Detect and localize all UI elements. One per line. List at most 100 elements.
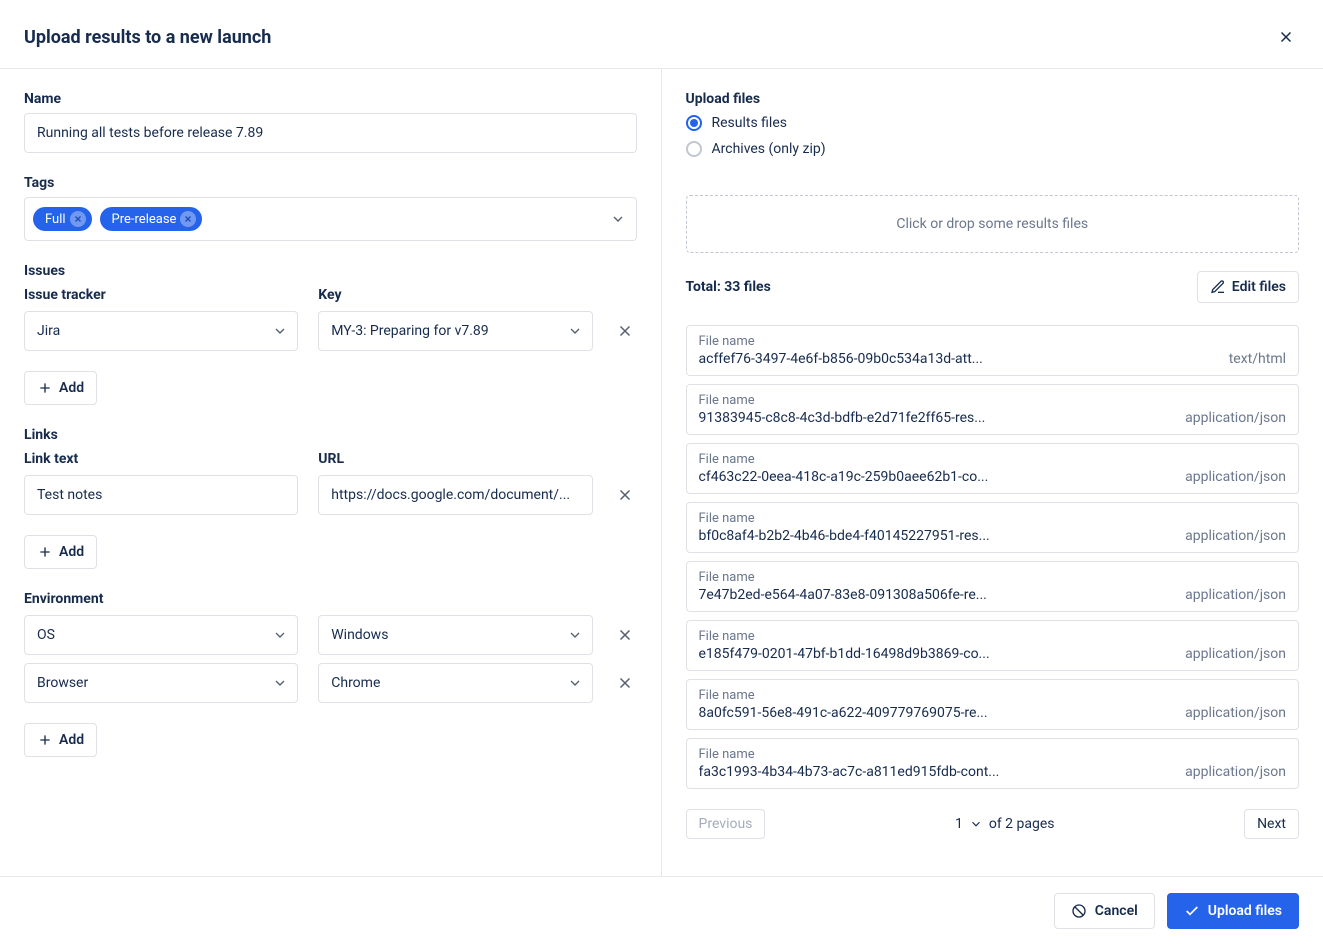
modal-title: Upload results to a new launch [24,27,271,48]
upload-title: Upload files [686,91,1300,107]
file-name-value: 91383945-c8c8-4c3d-bdfb-e2d71fe2ff65-res… [699,410,986,426]
file-name-value: 7e47b2ed-e564-4a07-83e8-091308a506fe-re.… [699,587,987,603]
close-icon [1277,28,1295,46]
add-issue-button[interactable]: Add [24,371,97,405]
pager-current-page[interactable]: 1 [955,816,963,832]
radio-unchecked-icon [686,141,702,157]
pager-next-button[interactable]: Next [1244,809,1299,839]
file-row[interactable]: File name cf463c22-0eea-418c-a19c-259b0ae… [686,443,1300,494]
file-type: application/json [1185,587,1286,603]
issue-key-select[interactable]: MY-3: Preparing for v7.89 [318,311,592,351]
file-row[interactable]: File name bf0c8af4-b2b2-4b46-bde4-f401452… [686,502,1300,553]
add-env-button[interactable]: Add [24,723,97,757]
file-type: application/json [1185,469,1286,485]
file-name-label: File name [699,688,988,703]
close-icon [616,674,634,692]
file-name-label: File name [699,393,986,408]
chevron-down-icon [610,211,626,227]
close-icon [616,486,634,504]
issues-title: Issues [24,263,637,279]
name-label: Name [24,91,637,107]
upload-files-button[interactable]: Upload files [1167,893,1299,929]
add-link-label: Add [59,544,84,560]
radio-archives[interactable]: Archives (only zip) [686,141,1300,157]
file-name-label: File name [699,334,983,349]
pencil-icon [1210,279,1226,295]
upload-files-label: Upload files [1208,903,1282,919]
issue-remove-button[interactable] [613,311,637,351]
file-row[interactable]: File name 8a0fc591-56e8-491c-a622-4097797… [686,679,1300,730]
file-type: application/json [1185,528,1286,544]
chevron-down-icon [969,817,983,831]
total-files-label: Total: 33 files [686,279,771,295]
issue-key-label: Key [318,287,592,303]
file-type: application/json [1185,410,1286,426]
add-env-label: Add [59,732,84,748]
link-text-label: Link text [24,451,298,467]
file-type: application/json [1185,646,1286,662]
env-remove-button[interactable] [613,663,637,703]
file-type: application/json [1185,705,1286,721]
file-type: application/json [1185,764,1286,780]
file-name-value: cf463c22-0eea-418c-a19c-259b0aee62b1-co.… [699,469,989,485]
file-name-value: fa3c1993-4b34-4b73-ac7c-a811ed915fdb-con… [699,764,1000,780]
issue-tracker-select[interactable]: Jira [24,311,298,351]
pager-of-pages: of 2 pages [989,816,1055,832]
name-input[interactable] [24,113,637,153]
radio-checked-icon [686,115,702,131]
plus-icon [37,732,53,748]
link-url-label: URL [318,451,592,467]
issue-tracker-label: Issue tracker [24,287,298,303]
file-row[interactable]: File name fa3c1993-4b34-4b73-ac7c-a811ed9… [686,738,1300,789]
radio-archives-label: Archives (only zip) [712,141,826,157]
cancel-button[interactable]: Cancel [1054,893,1155,929]
tag-label: Full [45,212,66,227]
add-issue-label: Add [59,380,84,396]
edit-files-button[interactable]: Edit files [1197,271,1299,303]
file-name-label: File name [699,570,987,585]
drop-zone[interactable]: Click or drop some results files [686,195,1300,253]
tags-input[interactable]: Full Pre-release [24,197,637,241]
tag-pill: Pre-release [100,207,203,231]
file-name-value: bf0c8af4-b2b2-4b46-bde4-f40145227951-res… [699,528,990,544]
radio-results-label: Results files [712,115,788,131]
file-row[interactable]: File name e185f479-0201-47bf-b1dd-16498d9… [686,620,1300,671]
tag-label: Pre-release [112,212,177,227]
file-name-label: File name [699,629,990,644]
environment-title: Environment [24,591,637,607]
add-link-button[interactable]: Add [24,535,97,569]
links-title: Links [24,427,637,443]
file-type: text/html [1229,351,1286,367]
link-remove-button[interactable] [613,475,637,515]
pager-previous-button[interactable]: Previous [686,809,766,839]
env-value-select[interactable]: Chrome [318,663,592,703]
tag-remove-icon[interactable] [70,211,86,227]
env-remove-button[interactable] [613,615,637,655]
cancel-icon [1071,903,1087,919]
file-name-label: File name [699,452,989,467]
edit-files-label: Edit files [1232,279,1286,295]
link-text-input[interactable] [24,475,298,515]
file-name-label: File name [699,747,1000,762]
close-button[interactable] [1273,24,1299,50]
file-row[interactable]: File name 7e47b2ed-e564-4a07-83e8-091308a… [686,561,1300,612]
file-name-label: File name [699,511,990,526]
check-icon [1184,903,1200,919]
file-name-value: 8a0fc591-56e8-491c-a622-409779769075-re.… [699,705,988,721]
plus-icon [37,544,53,560]
cancel-label: Cancel [1095,903,1138,919]
env-key-select[interactable]: OS [24,615,298,655]
tags-label: Tags [24,175,637,191]
plus-icon [37,380,53,396]
file-row[interactable]: File name 91383945-c8c8-4c3d-bdfb-e2d71fe… [686,384,1300,435]
file-name-value: acffef76-3497-4e6f-b856-09b0c534a13d-att… [699,351,983,367]
close-icon [616,322,634,340]
radio-results-files[interactable]: Results files [686,115,1300,131]
link-url-input[interactable] [318,475,592,515]
tag-pill: Full [33,207,92,231]
env-key-select[interactable]: Browser [24,663,298,703]
tag-remove-icon[interactable] [180,211,196,227]
file-row[interactable]: File name acffef76-3497-4e6f-b856-09b0c53… [686,325,1300,376]
env-value-select[interactable]: Windows [318,615,592,655]
file-name-value: e185f479-0201-47bf-b1dd-16498d9b3869-co.… [699,646,990,662]
